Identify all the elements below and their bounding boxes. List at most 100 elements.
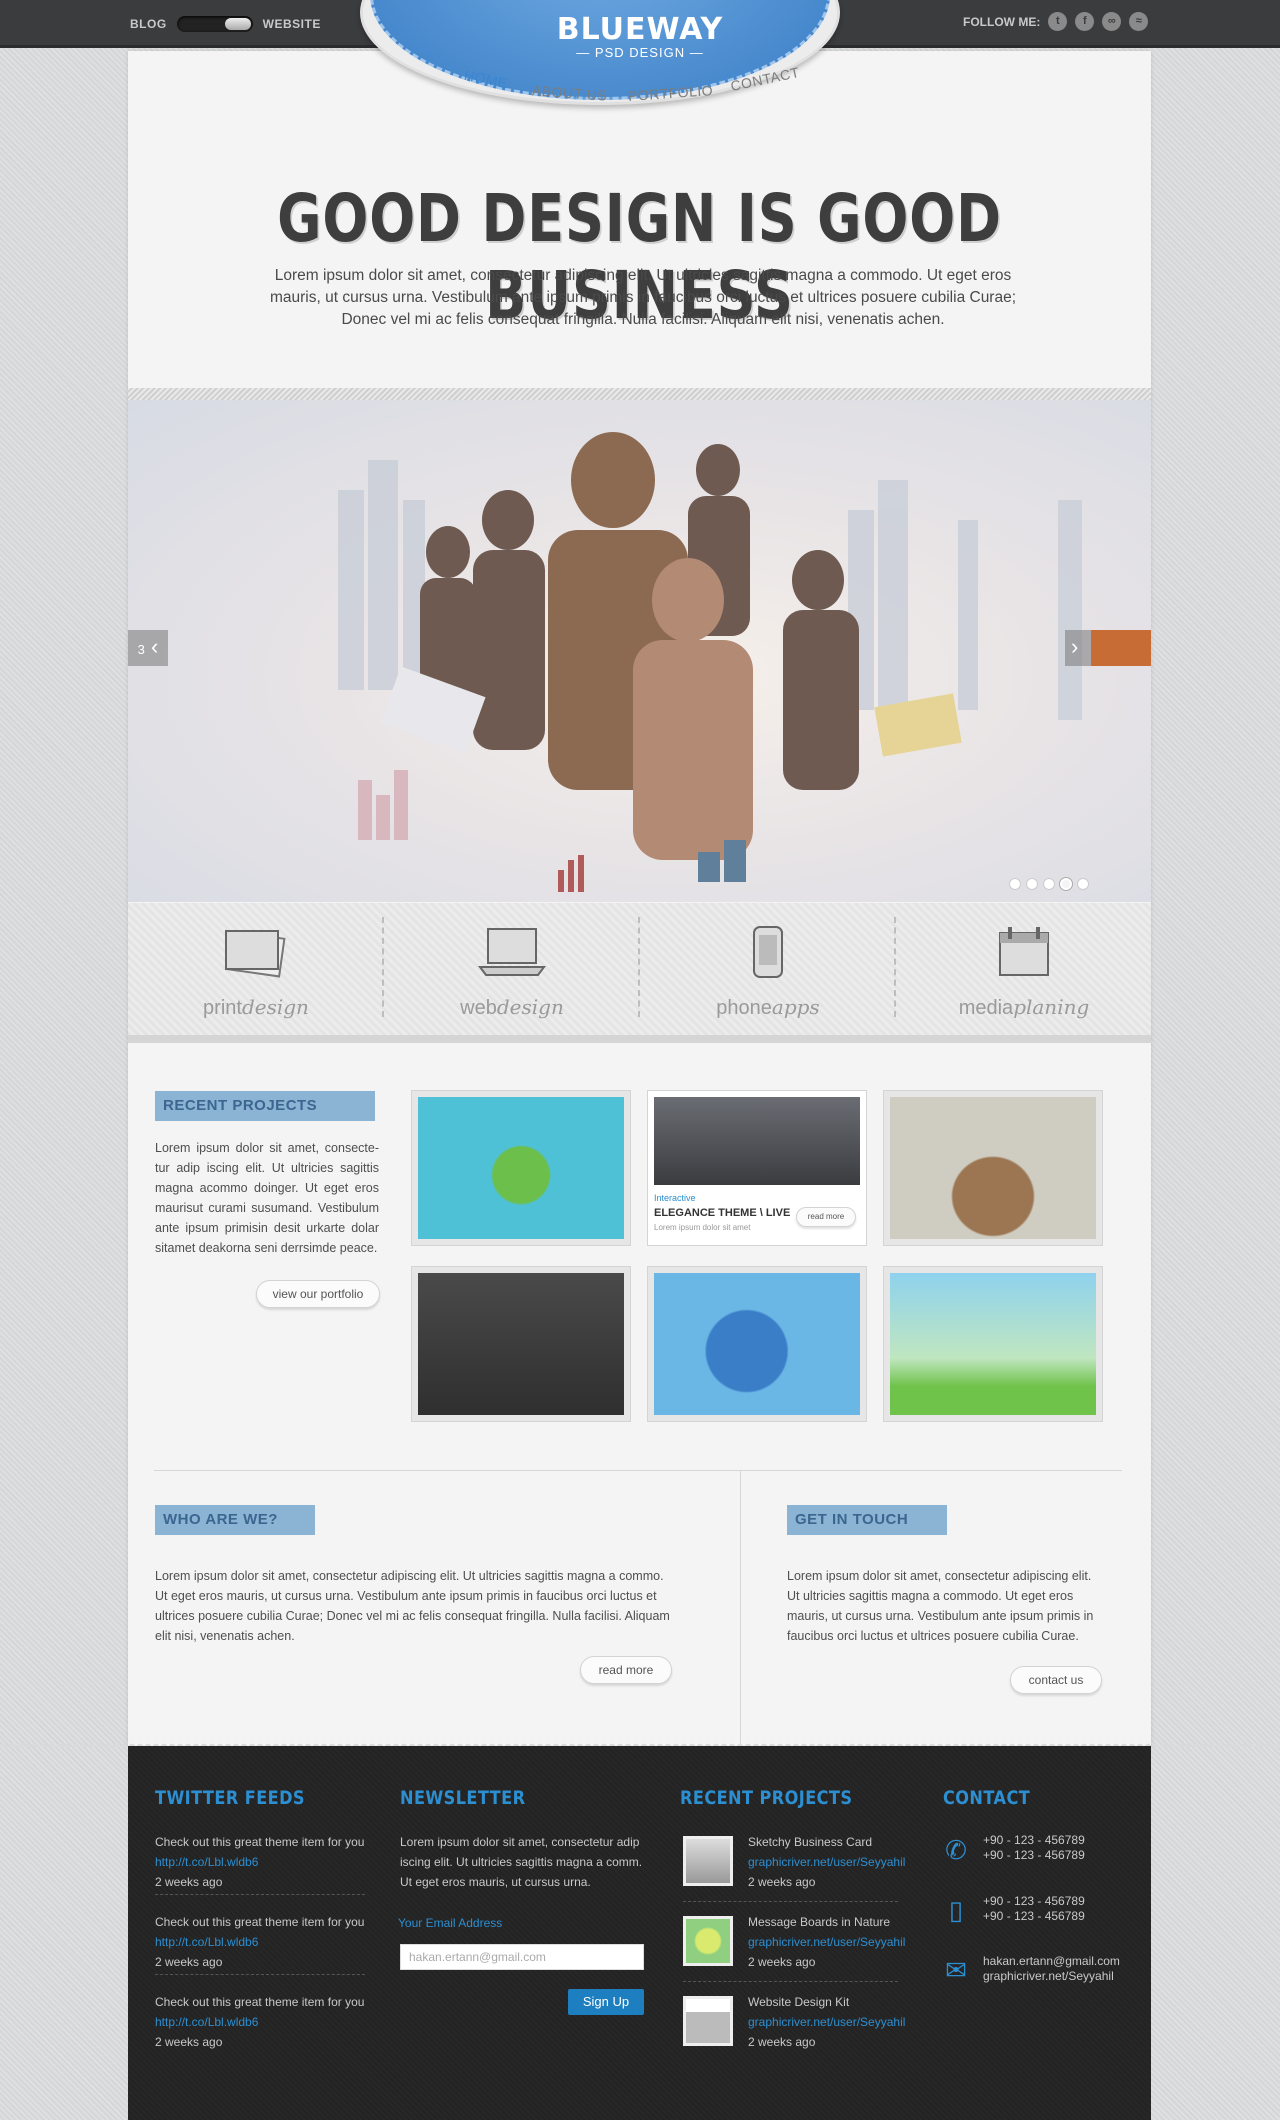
who-text: Lorem ipsum dolor sit amet, consectetur … xyxy=(155,1569,670,1643)
project-thumb[interactable] xyxy=(411,1090,631,1246)
website-link[interactable]: WEBSITE xyxy=(263,17,321,31)
nav-about[interactable]: ABOUT US xyxy=(532,82,608,103)
mobile-numbers: +90 - 123 - 456789 +90 - 123 - 456789 xyxy=(983,1894,1085,1923)
touch-ribbon: GET IN TOUCH xyxy=(787,1505,947,1535)
tweet: Check out this great theme item for you … xyxy=(155,1832,375,1892)
column-divider xyxy=(740,1471,741,1746)
contact-website[interactable]: graphicriver.net/Seyyahil xyxy=(983,1969,1120,1984)
slider-dot[interactable] xyxy=(1077,878,1089,890)
flickr-icon[interactable]: ∞ xyxy=(1102,12,1122,31)
hero-text: Lorem ipsum dolor sit amet, consectetur … xyxy=(269,267,1017,328)
main-nav: HOME ABOUT US PORTFOLIO CONTACT xyxy=(460,64,820,105)
service-label: phoneapps xyxy=(716,995,820,1019)
blog-link[interactable]: BLOG xyxy=(130,17,167,31)
site-toggle[interactable] xyxy=(176,16,253,32)
slider-dot[interactable] xyxy=(1009,878,1021,890)
recent-projects-ribbon: RECENT PROJECTS xyxy=(155,1091,375,1121)
who-read-more-button[interactable]: read more xyxy=(580,1656,672,1684)
project-thumb[interactable] xyxy=(683,1836,733,1886)
divider xyxy=(683,1901,898,1902)
contact-links: hakan.ertann@gmail.com graphicriver.net/… xyxy=(983,1954,1120,1984)
slider-prev-button[interactable]: 3 ‹ xyxy=(128,630,168,666)
project-thumb[interactable] xyxy=(683,1916,733,1966)
phone-numbers: +90 - 123 - 456789 +90 - 123 - 456789 xyxy=(983,1833,1085,1862)
project-thumb[interactable] xyxy=(883,1266,1103,1422)
twitter-title: TWITTER FEEDS xyxy=(155,1787,305,1809)
slider-next-button[interactable]: › xyxy=(1065,630,1151,666)
project-image xyxy=(418,1097,624,1239)
tweet: Check out this great theme item for you … xyxy=(155,1912,375,1972)
footer-projects-title: RECENT PROJECTS xyxy=(680,1787,853,1809)
project-tag: Interactive xyxy=(654,1193,696,1203)
contact-title: CONTACT xyxy=(943,1787,1031,1809)
tweet: Check out this great theme item for you … xyxy=(155,1992,375,2052)
twitter-icon[interactable]: t xyxy=(1048,12,1068,31)
mail-icon: ✉ xyxy=(945,1955,967,1985)
project-image xyxy=(654,1273,860,1415)
project-image xyxy=(654,1097,860,1185)
sign-up-button[interactable]: Sign Up xyxy=(568,1989,644,2015)
newsletter-title: NEWSLETTER xyxy=(400,1787,526,1809)
tweet-link[interactable]: http://t.co/Lbl.wldb6 xyxy=(155,2012,375,2032)
project-link[interactable]: graphicriver.net/user/Seyyahil xyxy=(748,1932,908,1952)
slider-dot[interactable] xyxy=(1043,878,1055,890)
project-link[interactable]: graphicriver.net/user/Seyyahil xyxy=(748,2012,908,2032)
service-print-design[interactable]: printdesign xyxy=(128,903,384,1035)
phone-icon: ✆ xyxy=(945,1835,967,1865)
who-ribbon: WHO ARE WE? xyxy=(155,1505,315,1535)
contact-us-button[interactable]: contact us xyxy=(1010,1666,1102,1694)
social-links: FOLLOW ME: t f ∞ ≈ xyxy=(963,12,1149,31)
section-divider xyxy=(154,1470,1122,1471)
service-label: printdesign xyxy=(203,995,309,1019)
divider xyxy=(155,1974,365,1975)
toggle-knob[interactable] xyxy=(224,18,251,30)
footer-project: Website Design Kit graphicriver.net/user… xyxy=(748,1992,908,2052)
nav-contact[interactable]: CONTACT xyxy=(729,64,801,94)
nav-portfolio[interactable]: PORTFOLIO xyxy=(628,82,714,104)
nav-home[interactable]: HOME xyxy=(463,67,509,92)
laptop-icon xyxy=(478,928,546,976)
service-label: webdesign xyxy=(460,995,564,1019)
project-thumb[interactable] xyxy=(683,1996,733,2046)
slider-top-band xyxy=(128,388,1151,400)
footer-project: Sketchy Business Card graphicriver.net/u… xyxy=(748,1832,908,1892)
project-read-more-button[interactable]: read more xyxy=(796,1207,856,1227)
project-thumb[interactable] xyxy=(411,1266,631,1422)
phone-icon xyxy=(753,926,783,978)
mobile-icon: ▯ xyxy=(948,1895,964,1925)
slider-dot[interactable] xyxy=(1026,878,1038,890)
calendar-icon xyxy=(999,927,1049,976)
project-thumb-featured[interactable]: Interactive ELEGANCE THEME \ LIVE Lorem … xyxy=(647,1090,867,1246)
project-image xyxy=(418,1273,624,1415)
tweet-link[interactable]: http://t.co/Lbl.wldb6 xyxy=(155,1932,375,1952)
rss-icon[interactable]: ≈ xyxy=(1129,12,1149,31)
blog-website-switch: BLOG WEBSITE xyxy=(130,16,321,32)
slider-dots xyxy=(1009,878,1089,890)
brand-tagline: — PSD DESIGN — xyxy=(576,45,704,60)
brand-name: BLUEWAY xyxy=(556,12,724,47)
tweet-link[interactable]: http://t.co/Lbl.wldb6 xyxy=(155,1852,375,1872)
newsletter-text: Lorem ipsum dolor sit amet, consectetur … xyxy=(400,1835,643,1889)
project-thumb[interactable] xyxy=(647,1266,867,1422)
slider-dot-active[interactable] xyxy=(1060,878,1072,890)
project-image xyxy=(890,1097,1096,1239)
footer-project: Message Boards in Nature graphicriver.ne… xyxy=(748,1912,908,1972)
project-thumb[interactable] xyxy=(883,1090,1103,1246)
hero-slider[interactable]: 3 ‹ › xyxy=(128,400,1151,902)
divider xyxy=(155,1894,365,1895)
contact-email[interactable]: hakan.ertann@gmail.com xyxy=(983,1954,1120,1969)
follow-label: FOLLOW ME: xyxy=(963,14,1041,29)
service-label: mediaplaning xyxy=(958,995,1090,1019)
services-bar: printdesign webdesign phoneapps mediapla… xyxy=(128,903,1151,1043)
email-label: Your Email Address xyxy=(398,1916,503,1930)
service-web-design[interactable]: webdesign xyxy=(384,903,640,1035)
logo[interactable]: BLUEWAY — PSD DESIGN — xyxy=(520,12,760,60)
project-image xyxy=(890,1273,1096,1415)
slider-image xyxy=(338,432,1082,892)
email-field[interactable]: hakan.ertann@gmail.com xyxy=(400,1944,644,1970)
view-portfolio-button[interactable]: view our portfolio xyxy=(256,1280,380,1308)
facebook-icon[interactable]: f xyxy=(1075,12,1095,31)
service-phone-apps[interactable]: phoneapps xyxy=(640,903,896,1035)
project-link[interactable]: graphicriver.net/user/Seyyahil xyxy=(748,1852,908,1872)
service-media-planing[interactable]: mediaplaning xyxy=(896,903,1152,1035)
